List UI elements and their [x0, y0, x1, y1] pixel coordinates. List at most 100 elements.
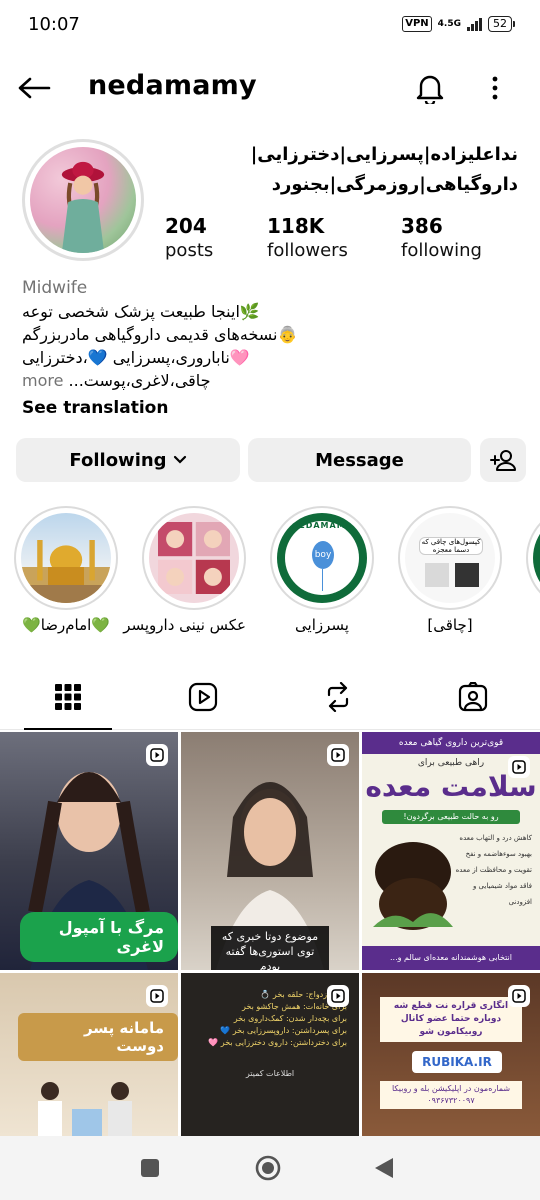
highlight-item[interactable]: عکس نینی داروپسر: [123, 506, 246, 634]
signal-icon: [467, 17, 482, 31]
post-tile[interactable]: مرگ با آمپول لاغری: [0, 732, 178, 970]
highlight-item[interactable]: 💚امام‌رضا💚: [14, 506, 118, 634]
bio-more-link[interactable]: more: [22, 371, 63, 390]
post-banner: انگاری قراره نت قطع شه دوباره حتما عضو ک…: [380, 997, 522, 1042]
highlight-item[interactable]: NEDAMAMY boy پسرزایی: [270, 506, 374, 634]
tab-reposts[interactable]: [270, 664, 405, 730]
arrow-left-icon: [18, 77, 51, 99]
post-phone-line: شماره‌مون در اپلیکیشن بله و روبیکا: [391, 1084, 511, 1093]
stat-label: posts: [165, 240, 214, 261]
network-type: 4.5G: [437, 18, 461, 29]
profile-tabs: [0, 664, 540, 730]
following-label: Following: [69, 449, 167, 471]
reel-icon: [508, 985, 530, 1007]
stat-label: following: [401, 240, 482, 261]
post-feature: کاهش درد و التهاب معده: [459, 834, 532, 842]
message-label: Message: [315, 449, 404, 471]
rubika-link: RUBIKA.IR: [412, 1051, 502, 1073]
partial-highlight-icon: [533, 513, 540, 603]
balloon-text: boy: [312, 541, 334, 569]
profile-stats: 204 posts 118K followers 386 following: [0, 214, 540, 266]
profile-bio: 🌿اینجا طبیعت پزشک شخصی توعه 👵نسخه‌های قد…: [22, 300, 322, 392]
system-nav-bar: [0, 1136, 540, 1200]
bio-line: 🌿اینجا طبیعت پزشک شخصی توعه: [22, 302, 260, 321]
post-tile[interactable]: موضوع دوتا خبری که توی استوری‌ها گفته بو…: [181, 732, 359, 970]
post-line: برای پسرداشتن: داروپسرزایی بخر 💙: [220, 1026, 347, 1035]
tab-tagged[interactable]: [405, 664, 540, 730]
suggested-users-button[interactable]: [480, 438, 526, 482]
herbal-jar-icon: [373, 842, 453, 930]
highlight-label: 💚امام‌رضا💚: [22, 616, 110, 634]
status-bar: 10:07 VPN 4.5G 52: [0, 0, 540, 50]
more-options-button[interactable]: [478, 68, 512, 108]
post-line: برای ازدواج: حلقه بخر 💍: [260, 990, 347, 999]
post-caption: مرگ با آمپول لاغری: [20, 912, 178, 962]
back-nav-button[interactable]: [366, 1150, 402, 1186]
reel-icon: [146, 985, 168, 1007]
highlight-label: پسرزایی: [295, 616, 349, 634]
bio-line-text: چاقی،لاغری،پوست...: [68, 371, 211, 390]
home-button[interactable]: [250, 1150, 286, 1186]
shrine-photo-icon: [21, 513, 111, 603]
bio-line: 🩷ناباروری،پسرزایی 💙،دخترزایی: [22, 348, 250, 367]
profile-header: nedamamy: [0, 60, 540, 116]
post-top-banner: قوی‌ترین داروی گیاهی معده: [362, 732, 540, 754]
stat-value: 118K: [267, 214, 325, 238]
back-button[interactable]: [14, 70, 54, 106]
reel-icon: [327, 985, 349, 1007]
triangle-back-icon: [375, 1158, 393, 1178]
tab-reels[interactable]: [135, 664, 270, 730]
post-tile[interactable]: قوی‌ترین داروی گیاهی معده راهی طبیعی برا…: [362, 732, 540, 970]
active-tab-indicator: [24, 728, 112, 730]
reels-icon: [188, 682, 217, 712]
posts-grid: مرگ با آمپول لاغری موضوع دوتا خبری که تو…: [0, 732, 540, 1136]
profile-category: Midwife: [22, 278, 88, 298]
profile-username: nedamamy: [88, 70, 257, 101]
boy-balloon-logo-icon: NEDAMAMY boy: [277, 513, 367, 603]
notifications-button[interactable]: [410, 68, 450, 108]
profile-full-name: نداعلیزاده|پسرزایی|دخترزایی|داروگیاهی|رو…: [250, 144, 518, 195]
profile-actions: Following Message: [16, 438, 526, 482]
post-line: برای دخترداشتن: داروی دخترزایی بخر 🩷: [208, 1038, 347, 1047]
post-bottom-banner: انتخابی هوشمندانه معده‌ای سالم و...: [362, 946, 540, 970]
stat-following[interactable]: 386 following: [401, 214, 482, 264]
stat-followers[interactable]: 118K followers: [267, 214, 348, 264]
tagged-user-icon: [458, 682, 487, 712]
post-feature: فاقد مواد شیمیایی و افزودنی: [472, 882, 532, 906]
recents-button[interactable]: [132, 1150, 168, 1186]
bell-icon: [416, 75, 444, 104]
battery-icon: 52: [488, 16, 515, 32]
highlight-logo-text: NEDAMAMY: [291, 521, 353, 530]
highlight-item[interactable]: کپسول‌های چاقی که دسما معجزه [چاقی]: [398, 506, 502, 634]
couple-photo-icon: [38, 1082, 132, 1136]
more-vertical-icon: [492, 76, 498, 100]
post-tile[interactable]: انگاری قراره نت قطع شه دوباره حتما عضو ک…: [362, 973, 540, 1136]
square-icon: [141, 1159, 159, 1177]
grid-icon: [54, 684, 81, 710]
post-tile[interactable]: ماما‌نه پسر دوست: [0, 973, 178, 1136]
highlight-label: [چاقی]: [427, 616, 473, 634]
repost-icon: [327, 682, 348, 712]
flyer-sub: دسما معجزه: [432, 546, 470, 554]
add-user-icon: [490, 450, 516, 471]
post-caption: ماما‌نه پسر دوست: [18, 1013, 178, 1061]
post-line: برای بچه‌دار شدن: کمک‌داروی بخر: [233, 1014, 347, 1023]
see-translation-link[interactable]: See translation: [22, 398, 168, 418]
reel-icon: [327, 744, 349, 766]
stat-value: 386: [401, 214, 443, 238]
message-button[interactable]: Message: [248, 438, 471, 482]
stat-label: followers: [267, 240, 348, 261]
stat-posts[interactable]: 204 posts: [165, 214, 213, 264]
story-highlights: 💚امام‌رضا💚 عکس نینی داروپسر NEDAMAMY boy…: [0, 506, 540, 642]
reel-icon: [508, 756, 530, 778]
post-feature: بهبود سوءهاضمه و نفخ: [465, 850, 532, 858]
flyer-title: کپسول‌های چاقی که: [421, 538, 481, 546]
baby-photos-icon: [149, 513, 239, 603]
post-tagline: رو به حالت طبیعی برگردون!: [382, 810, 520, 824]
tab-posts-grid[interactable]: [0, 664, 135, 730]
highlight-item[interactable]: \: [526, 506, 540, 634]
post-feature: تقویت و محافظت از معده: [455, 866, 532, 874]
post-tile[interactable]: برای ازدواج: حلقه بخر 💍 برای خانه‌ات: هم…: [181, 973, 359, 1136]
vpn-badge: VPN: [402, 16, 432, 32]
following-button[interactable]: Following: [16, 438, 240, 482]
